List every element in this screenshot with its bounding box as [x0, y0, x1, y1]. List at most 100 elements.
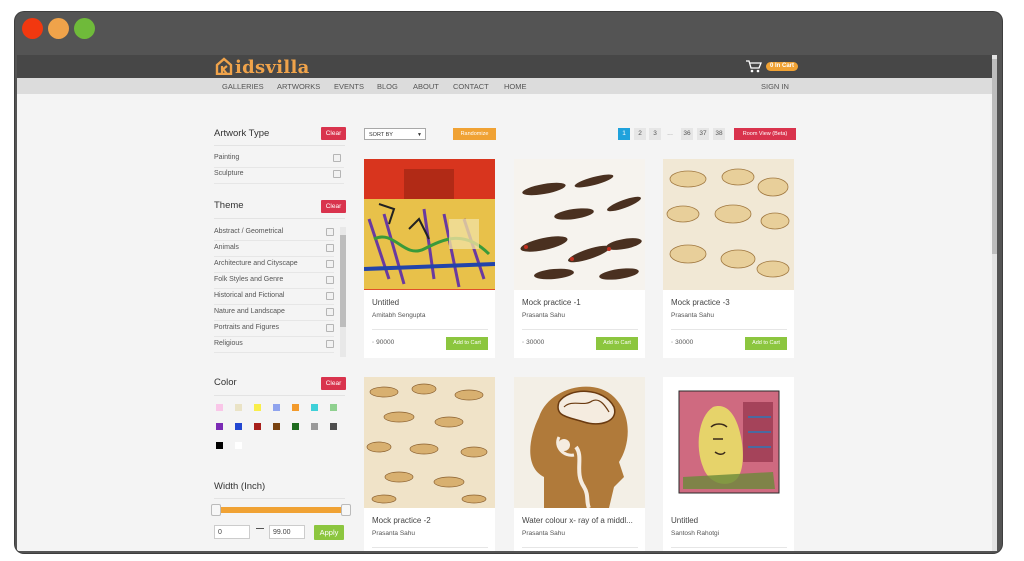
- product-artist[interactable]: Santosh Rahotgi: [671, 530, 719, 537]
- main-nav: GALLERIES ARTWORKS EVENTS BLOG ABOUT CON…: [17, 78, 997, 94]
- checkbox[interactable]: [333, 170, 341, 178]
- color-swatch[interactable]: [254, 423, 261, 430]
- filter-theme-religious[interactable]: Religious: [214, 337, 334, 353]
- sort-by-select[interactable]: SORT BY ▼: [364, 128, 426, 140]
- filter-theme-nature[interactable]: Nature and Landscape: [214, 305, 334, 321]
- add-to-cart-button[interactable]: Add to Cart: [596, 337, 638, 350]
- page-2[interactable]: 2: [634, 128, 646, 140]
- close-window-button[interactable]: [22, 18, 43, 39]
- color-swatch[interactable]: [216, 404, 223, 411]
- filter-theme-abstract[interactable]: Abstract / Geometrical: [214, 225, 334, 241]
- nav-blog[interactable]: BLOG: [377, 82, 398, 91]
- artwork-image[interactable]: [514, 159, 645, 290]
- nav-galleries[interactable]: GALLERIES: [222, 82, 264, 91]
- width-max-input[interactable]: 99.00: [269, 525, 305, 539]
- product-title[interactable]: Mock practice -3: [671, 298, 789, 307]
- artwork-image[interactable]: [514, 377, 645, 508]
- site-logo[interactable]: idsvilla: [215, 57, 310, 78]
- nav-events[interactable]: EVENTS: [334, 82, 364, 91]
- artwork-image[interactable]: [663, 159, 794, 290]
- color-swatch[interactable]: [273, 423, 280, 430]
- color-swatch[interactable]: [330, 423, 337, 430]
- product-title[interactable]: Untitled: [372, 298, 490, 307]
- checkbox[interactable]: [326, 244, 334, 252]
- product-card[interactable]: Mock practice -3 Prasanta Sahu ▫ 30000 Ad…: [663, 159, 794, 358]
- page-1[interactable]: 1: [618, 128, 630, 140]
- page-3[interactable]: 3: [649, 128, 661, 140]
- product-artist[interactable]: Prasanta Sahu: [372, 530, 415, 537]
- filter-painting[interactable]: Painting: [214, 151, 344, 168]
- width-min-input[interactable]: 0: [214, 525, 250, 539]
- product-artist[interactable]: Prasanta Sahu: [522, 530, 565, 537]
- product-card[interactable]: Untitled Amitabh Sengupta ▫ 90000 Add to …: [364, 159, 495, 358]
- color-swatch[interactable]: [235, 423, 242, 430]
- product-title[interactable]: Mock practice -1: [522, 298, 640, 307]
- add-to-cart-button[interactable]: Add to Cart: [446, 337, 488, 350]
- rupee-icon: ▫: [671, 340, 674, 346]
- product-artist[interactable]: Prasanta Sahu: [522, 312, 565, 319]
- color-swatch[interactable]: [254, 404, 261, 411]
- filter-theme-animals[interactable]: Animals: [214, 241, 334, 257]
- checkbox[interactable]: [326, 308, 334, 316]
- artwork-type-clear-button[interactable]: Clear: [321, 127, 346, 140]
- cart-icon[interactable]: [745, 59, 765, 73]
- page-scrollbar-thumb[interactable]: [992, 59, 997, 254]
- room-view-button[interactable]: Room View (Beta): [734, 128, 796, 140]
- nav-about[interactable]: ABOUT: [413, 82, 439, 91]
- checkbox[interactable]: [333, 154, 341, 162]
- cart-count-badge[interactable]: 0 In Cart: [766, 62, 799, 71]
- checkbox[interactable]: [326, 340, 334, 348]
- nav-artworks[interactable]: ARTWORKS: [277, 82, 320, 91]
- product-card[interactable]: Mock practice -2 Prasanta Sahu: [364, 377, 495, 551]
- checkbox[interactable]: [326, 260, 334, 268]
- color-swatch[interactable]: [292, 423, 299, 430]
- theme-filter-list[interactable]: Abstract / Geometrical Animals Architect…: [214, 225, 347, 358]
- nav-home[interactable]: HOME: [504, 82, 527, 91]
- product-card[interactable]: Water colour x- ray of a middl... Prasan…: [514, 377, 645, 551]
- theme-clear-button[interactable]: Clear: [321, 200, 346, 213]
- color-swatch[interactable]: [273, 404, 280, 411]
- checkbox[interactable]: [326, 228, 334, 236]
- artwork-image[interactable]: [364, 159, 495, 290]
- filter-sculpture[interactable]: Sculpture: [214, 167, 344, 184]
- filter-theme-architecture[interactable]: Architecture and Cityscape: [214, 257, 334, 273]
- nav-sign-in[interactable]: SIGN IN: [761, 82, 789, 91]
- width-slider-max-handle[interactable]: [341, 504, 351, 516]
- product-artist[interactable]: Prasanta Sahu: [671, 312, 714, 319]
- width-range-slider[interactable]: [218, 507, 348, 513]
- product-title[interactable]: Untitled: [671, 516, 789, 525]
- width-slider-min-handle[interactable]: [211, 504, 221, 516]
- theme-scrollbar-thumb[interactable]: [340, 235, 346, 327]
- product-title[interactable]: Mock practice -2: [372, 516, 490, 525]
- color-swatch[interactable]: [330, 404, 337, 411]
- checkbox[interactable]: [326, 276, 334, 284]
- checkbox[interactable]: [326, 324, 334, 332]
- color-swatch[interactable]: [311, 404, 318, 411]
- color-swatch[interactable]: [216, 442, 223, 449]
- color-swatch[interactable]: [292, 404, 299, 411]
- artwork-image[interactable]: [663, 377, 794, 508]
- checkbox[interactable]: [326, 292, 334, 300]
- page-36[interactable]: 36: [681, 128, 693, 140]
- width-apply-button[interactable]: Apply: [314, 525, 344, 540]
- product-artist[interactable]: Amitabh Sengupta: [372, 312, 425, 319]
- minimize-window-button[interactable]: [48, 18, 69, 39]
- filter-theme-folk[interactable]: Folk Styles and Genre: [214, 273, 334, 289]
- add-to-cart-button[interactable]: Add to Cart: [745, 337, 787, 350]
- color-clear-button[interactable]: Clear: [321, 377, 346, 390]
- maximize-window-button[interactable]: [74, 18, 95, 39]
- page-37[interactable]: 37: [697, 128, 709, 140]
- color-swatch[interactable]: [311, 423, 318, 430]
- product-card[interactable]: Mock practice -1 Prasanta Sahu ▫ 30000 Ad…: [514, 159, 645, 358]
- filter-theme-historical[interactable]: Historical and Fictional: [214, 289, 334, 305]
- color-swatch[interactable]: [235, 404, 242, 411]
- color-swatch[interactable]: [216, 423, 223, 430]
- color-swatch[interactable]: [235, 442, 242, 449]
- product-title[interactable]: Water colour x- ray of a middl...: [522, 516, 640, 525]
- nav-contact[interactable]: CONTACT: [453, 82, 489, 91]
- product-card[interactable]: Untitled Santosh Rahotgi: [663, 377, 794, 551]
- randomize-button[interactable]: Randomize: [453, 128, 496, 140]
- filter-theme-portraits[interactable]: Portraits and Figures: [214, 321, 334, 337]
- page-38[interactable]: 38: [713, 128, 725, 140]
- artwork-image[interactable]: [364, 377, 495, 508]
